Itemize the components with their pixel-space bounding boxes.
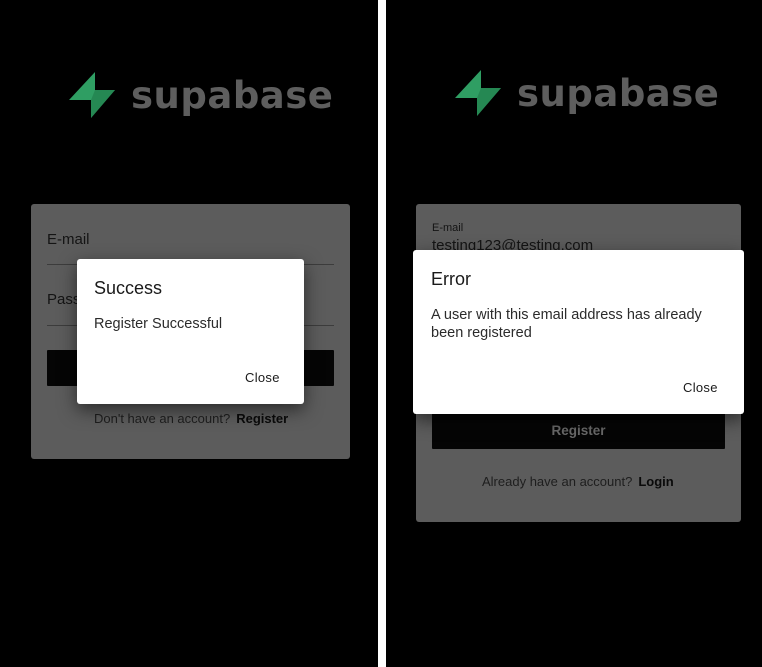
email-label: E-mail: [432, 222, 464, 234]
register-prompt-text: Don't have an account?: [94, 411, 231, 426]
dialog-message-line1: A user with this email address has alrea…: [431, 307, 702, 323]
logo-wordmark: supabase: [517, 71, 720, 115]
supabase-bolt-icon: [455, 70, 501, 116]
password-label: Pass: [47, 291, 81, 308]
login-prompt-text: Already have an account?: [482, 474, 633, 489]
success-dialog: Success Register Successful Close: [77, 259, 304, 404]
close-button[interactable]: Close: [245, 370, 280, 385]
login-prompt: Already have an account? Login: [482, 474, 674, 489]
dialog-message-line2: been registered: [431, 325, 532, 341]
left-phone-screen: supabase E-mail Pass Don't have an accou…: [0, 0, 378, 667]
right-phone-screen: supabase E-mail testing123@testing.com R…: [386, 0, 762, 667]
register-button[interactable]: Register: [432, 413, 725, 449]
close-button[interactable]: Close: [683, 380, 718, 395]
supabase-logo: supabase: [453, 68, 719, 118]
supabase-logo: supabase: [67, 70, 333, 120]
register-prompt: Don't have an account? Register: [94, 411, 288, 426]
logo-wordmark: supabase: [131, 73, 334, 117]
dialog-title: Error: [431, 269, 471, 289]
dialog-message: Register Successful: [94, 316, 223, 332]
register-link[interactable]: Register: [236, 411, 288, 426]
login-link[interactable]: Login: [638, 474, 673, 489]
supabase-bolt-icon: [69, 72, 115, 118]
error-dialog: Error A user with this email address has…: [413, 250, 744, 414]
email-label: E-mail: [47, 231, 90, 248]
dialog-title: Success: [94, 278, 163, 298]
